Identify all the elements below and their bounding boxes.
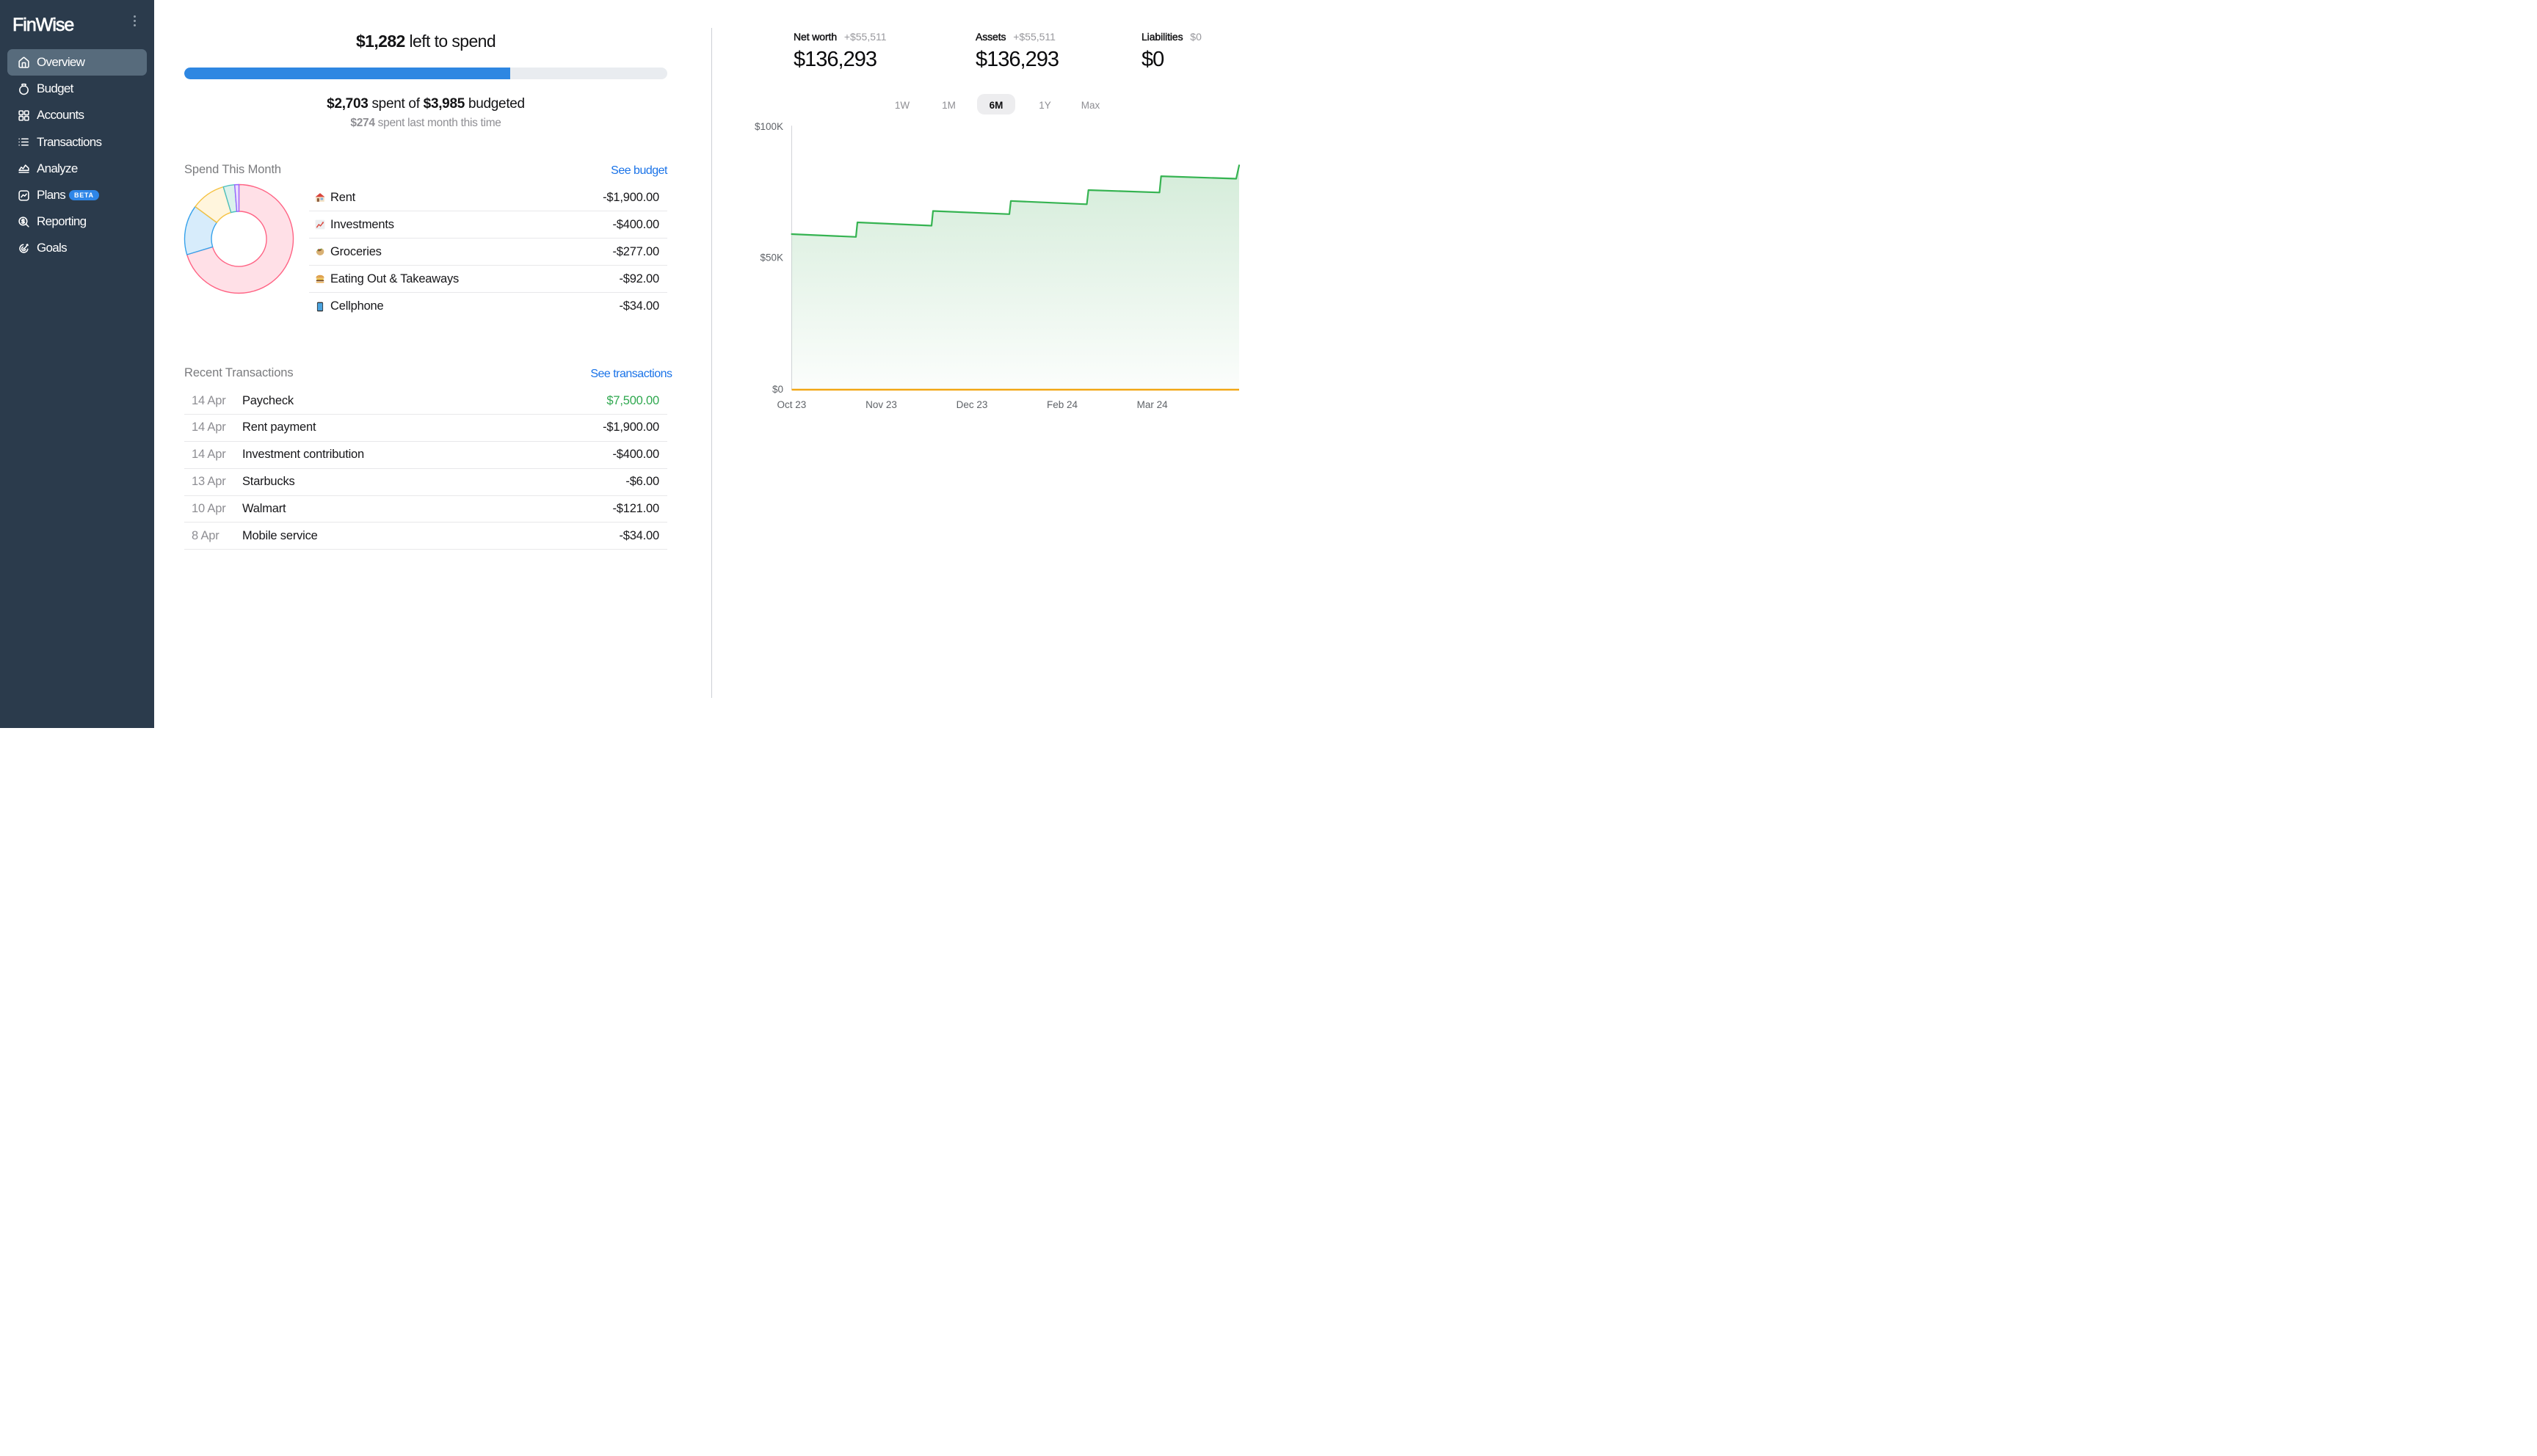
svg-text:Feb 24: Feb 24 [1047,399,1078,410]
svg-text:$100K: $100K [755,121,783,132]
svg-text:Mar 24: Mar 24 [1137,399,1169,410]
svg-text:$0: $0 [772,384,783,395]
svg-text:$50K: $50K [760,252,783,263]
svg-text:Nov 23: Nov 23 [865,399,897,410]
svg-text:Dec 23: Dec 23 [957,399,988,410]
svg-text:Oct 23: Oct 23 [777,399,807,410]
